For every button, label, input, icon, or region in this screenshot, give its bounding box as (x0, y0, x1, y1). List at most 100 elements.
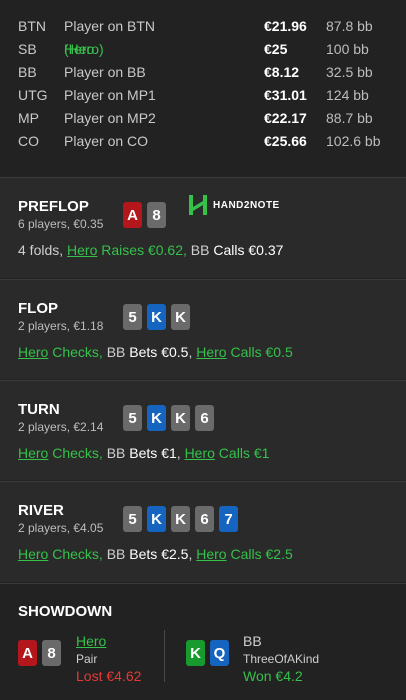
hero-tag: (Hero) (64, 41, 104, 57)
logo-text: HAND2NOTE (213, 199, 280, 211)
action-text: Bets €1 (129, 445, 177, 461)
player-stack-bb: 100 bb (326, 41, 369, 57)
action-text: Checks, (48, 344, 107, 360)
player-stack: €31.01 (264, 87, 307, 103)
player-position: SB (18, 41, 37, 57)
hero-hole-cards: A 8 (123, 202, 166, 228)
player-ref: BB (106, 445, 130, 461)
action-text: Bets €2.5 (129, 546, 189, 562)
card: K (147, 304, 166, 330)
player-stack: €25.66 (264, 133, 307, 149)
card: K (171, 506, 190, 532)
hand2note-logo: HAND2NOTE (189, 195, 280, 215)
hero-shown-cards: A 8 (18, 640, 61, 666)
player-position: UTG (18, 87, 48, 103)
action-text: 4 folds, (18, 242, 68, 258)
hand-rank: Pair (76, 652, 98, 666)
flop-section: FLOP 2 players, €1.18 5 K K Hero Checks,… (0, 279, 406, 379)
board-cards: 5 K K (123, 304, 190, 330)
player-row: MP Player on MP2 €22.17 88.7 bb (0, 110, 406, 133)
card: 8 (147, 202, 166, 228)
player-row: BB Player on BB €8.12 32.5 bb (0, 64, 406, 87)
player-name: Player on BB (64, 64, 146, 80)
villain-shown-cards: K Q (186, 640, 229, 666)
player-name: Player on CO (64, 133, 149, 149)
hand2note-logo-icon (189, 195, 207, 215)
street-title: SHOWDOWN (18, 603, 113, 620)
showdown-section: SHOWDOWN A 8 Hero Pair Lost €4.62 K Q BB… (0, 583, 406, 700)
player-ref: BB (106, 546, 130, 562)
street-title: PREFLOP (18, 198, 89, 215)
card: K (171, 304, 190, 330)
action-text: Raises €0.62, (97, 242, 191, 258)
card: 5 (123, 304, 142, 330)
player-ref: BB (190, 242, 214, 258)
player-name: BB (243, 633, 262, 649)
hero-link[interactable]: Hero (18, 445, 48, 461)
player-name: Player on MP1 (64, 87, 156, 103)
action-text: Calls €1 (214, 445, 270, 461)
card: K (186, 640, 205, 666)
player-row: CO Player on CO €25.66 102.6 bb (0, 133, 406, 156)
card: A (18, 640, 37, 666)
player-row: UTG Player on MP1 €31.01 124 bb (0, 87, 406, 110)
player-stack-bb: 32.5 bb (326, 64, 373, 80)
player-name: Player on MP2 (64, 110, 156, 126)
card: 6 (195, 506, 214, 532)
card: A (123, 202, 142, 228)
street-actions: Hero Checks, BB Bets €0.5, Hero Calls €0… (18, 344, 293, 360)
player-row: BTN Player on BTN €21.96 87.8 bb (0, 18, 406, 41)
street-title: RIVER (18, 502, 64, 519)
card: Q (210, 640, 229, 666)
hero-link[interactable]: Hero (18, 344, 48, 360)
board-cards: 5 K K 6 (123, 405, 214, 431)
action-text: Calls €0.5 (226, 344, 293, 360)
street-title: FLOP (18, 300, 58, 317)
turn-section: TURN 2 players, €2.14 5 K K 6 Hero Check… (0, 380, 406, 480)
result-text: Won €4.2 (243, 668, 303, 684)
player-row: SB Hero (Hero) €25 100 bb (0, 41, 406, 64)
card: K (147, 405, 166, 431)
player-position: CO (18, 133, 39, 149)
card: 8 (42, 640, 61, 666)
card: 7 (219, 506, 238, 532)
action-text: Checks, (48, 546, 107, 562)
hero-link[interactable]: Hero (18, 546, 48, 562)
player-position: MP (18, 110, 39, 126)
player-ref: BB (106, 344, 130, 360)
player-stack-bb: 124 bb (326, 87, 369, 103)
player-position: BTN (18, 18, 46, 34)
card: K (171, 405, 190, 431)
card: 5 (123, 405, 142, 431)
player-position: BB (18, 64, 37, 80)
street-actions: 4 folds, Hero Raises €0.62, BB Calls €0.… (18, 242, 283, 258)
street-pot-info: 2 players, €2.14 (18, 420, 104, 434)
player-name: Player on BTN (64, 18, 156, 34)
player-stack-bb: 102.6 bb (326, 133, 381, 149)
street-pot-info: 2 players, €4.05 (18, 521, 104, 535)
hero-link[interactable]: Hero (185, 445, 215, 461)
street-actions: Hero Checks, BB Bets €2.5, Hero Calls €2… (18, 546, 293, 562)
street-actions: Hero Checks, BB Bets €1, Hero Calls €1 (18, 445, 269, 461)
board-cards: 5 K K 6 7 (123, 506, 238, 532)
hero-link[interactable]: Hero (196, 344, 226, 360)
hero-link[interactable]: Hero (196, 546, 226, 562)
hero-link[interactable]: Hero (67, 242, 97, 258)
showdown-divider (164, 630, 165, 682)
hero-link[interactable]: Hero (76, 633, 106, 649)
action-text: Calls €2.5 (226, 546, 293, 562)
card: 6 (195, 405, 214, 431)
action-separator: , (176, 445, 185, 461)
player-stack: €21.96 (264, 18, 307, 34)
card: 5 (123, 506, 142, 532)
player-stack-bb: 87.8 bb (326, 18, 373, 34)
street-title: TURN (18, 401, 60, 418)
street-pot-info: 6 players, €0.35 (18, 217, 104, 231)
preflop-section: PREFLOP 6 players, €0.35 A 8 4 folds, He… (0, 177, 406, 278)
player-stack: €25 (264, 41, 288, 57)
action-text: Checks, (48, 445, 107, 461)
hand-rank: ThreeOfAKind (243, 652, 320, 666)
player-stack-bb: 88.7 bb (326, 110, 373, 126)
action-text: Calls €0.37 (213, 242, 284, 258)
action-text: Bets €0.5 (129, 344, 189, 360)
